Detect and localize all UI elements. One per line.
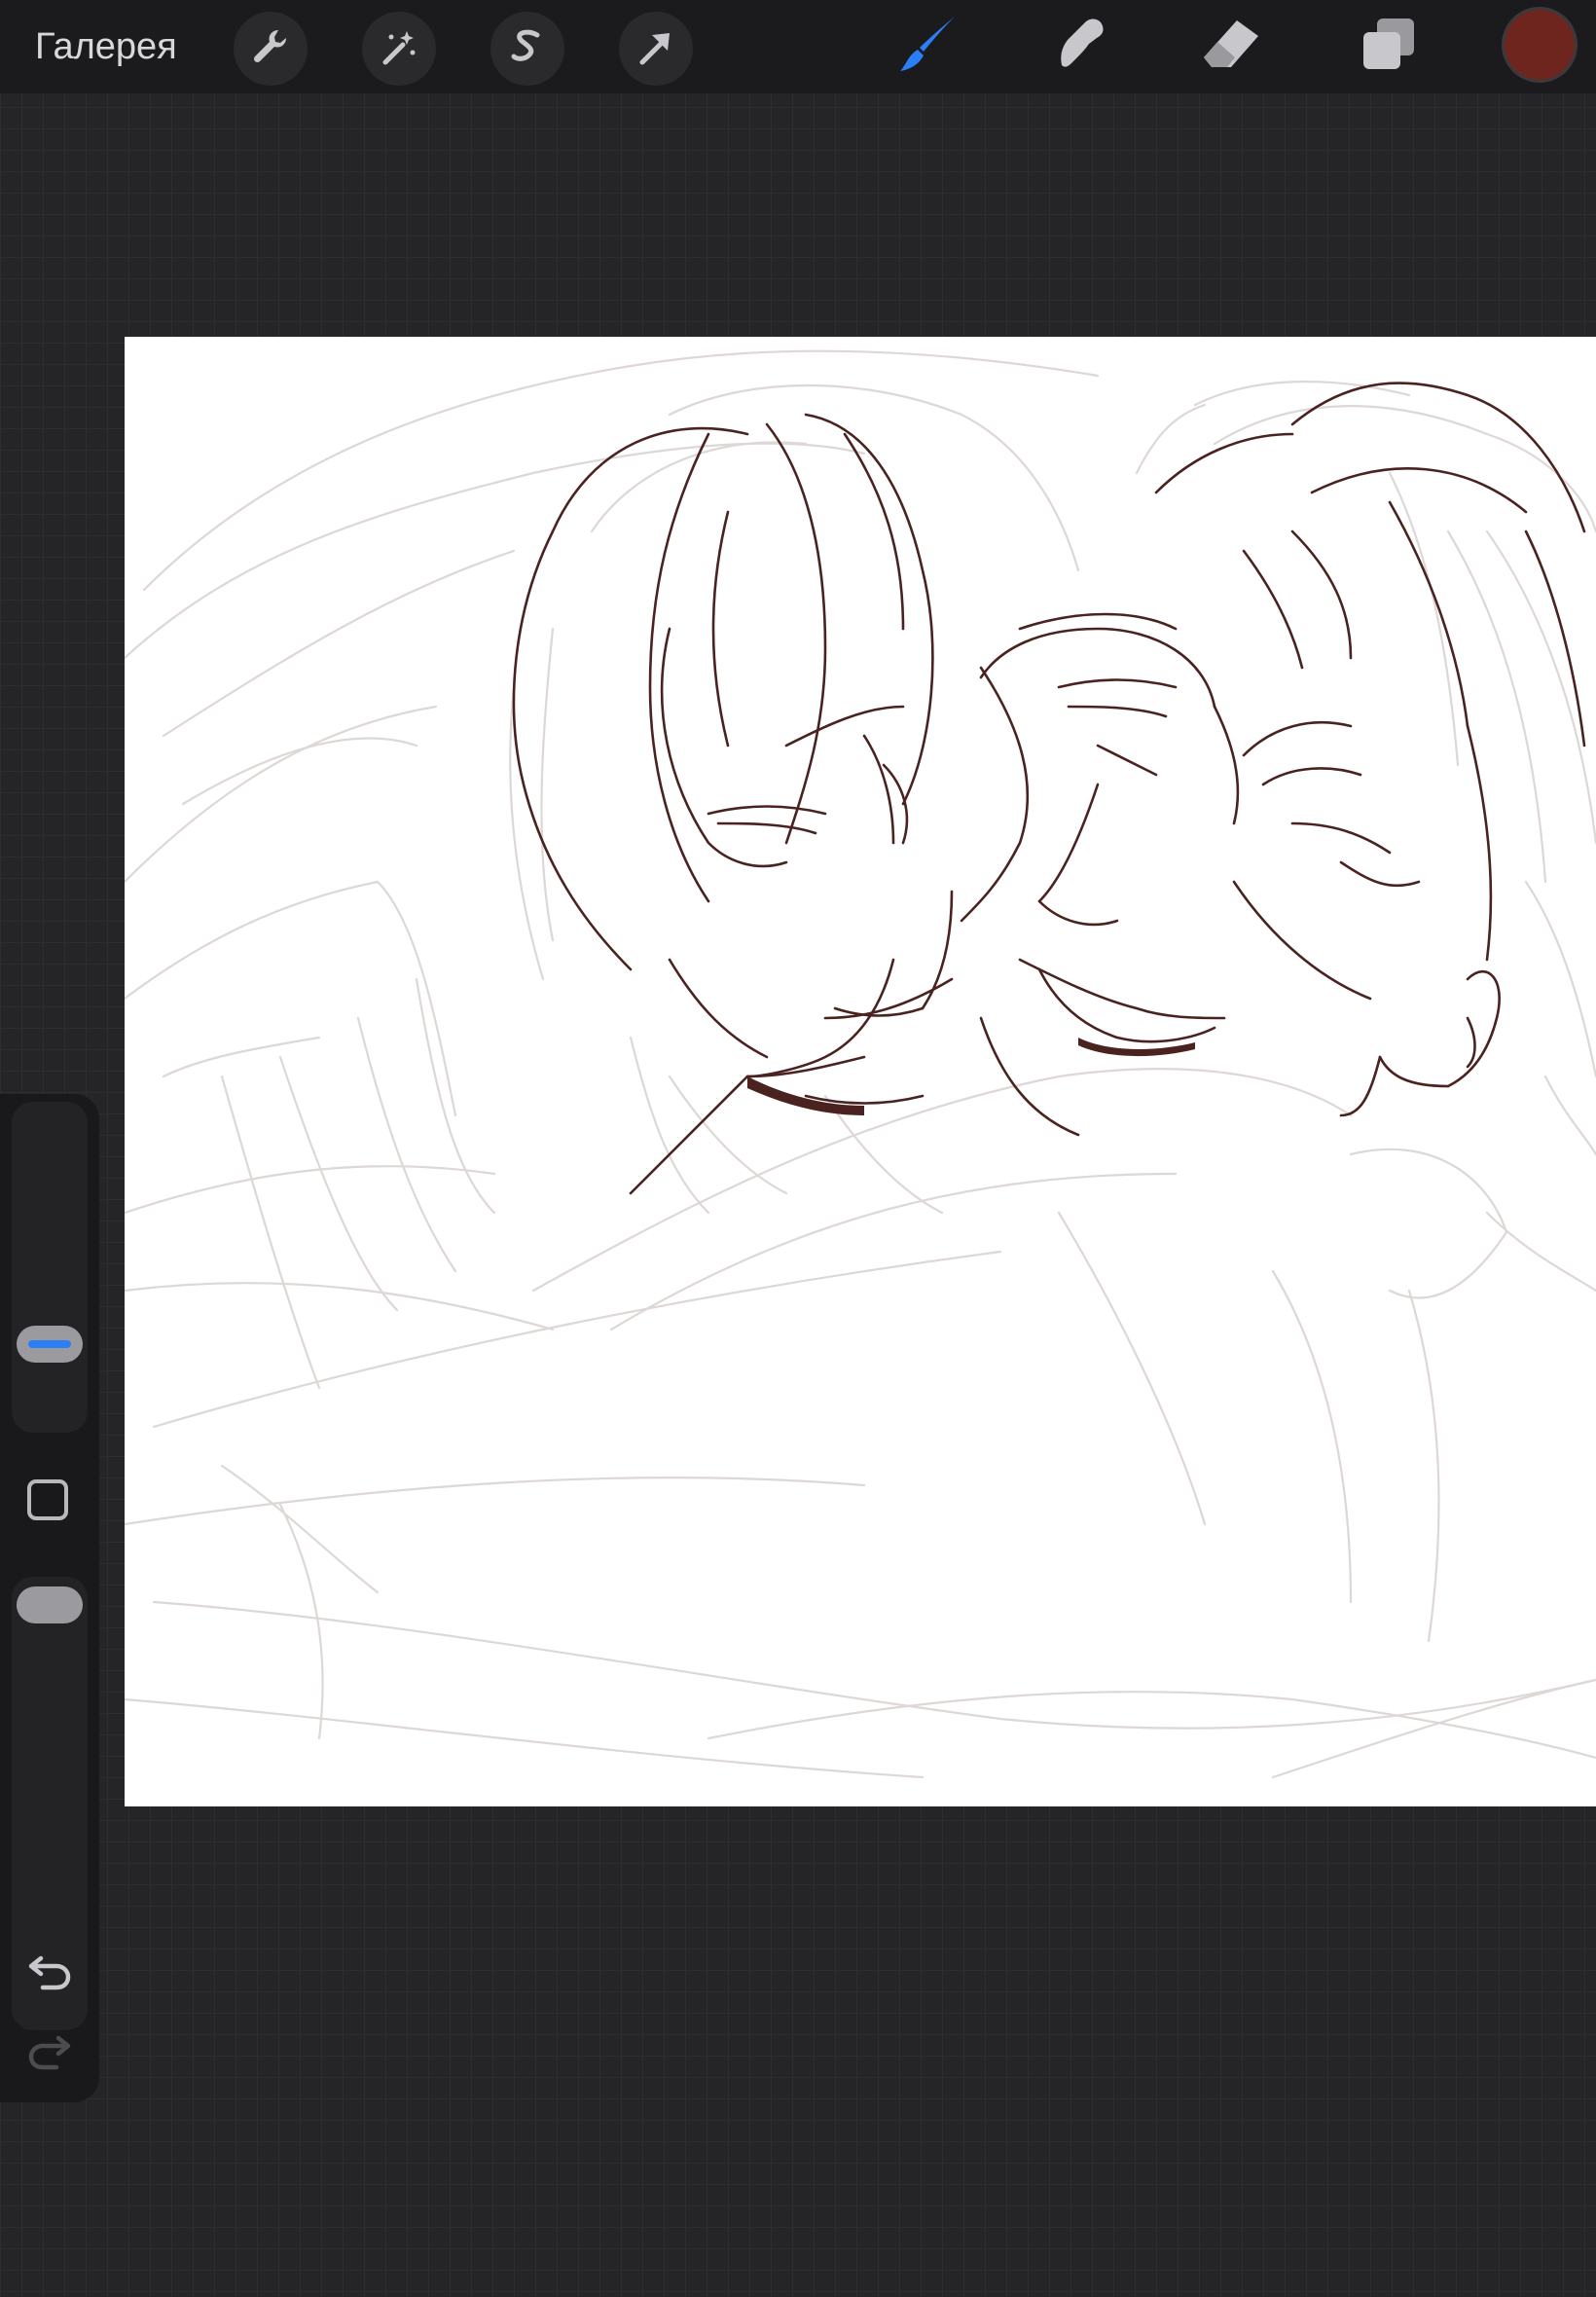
undo-button[interactable] bbox=[23, 1945, 76, 1997]
layers-icon bbox=[1354, 11, 1422, 84]
transform-button[interactable] bbox=[619, 12, 693, 86]
brush-size-thumb[interactable] bbox=[17, 1326, 83, 1363]
color-picker-button[interactable] bbox=[1505, 10, 1575, 80]
eraser-icon bbox=[1198, 11, 1266, 84]
brush-size-slider[interactable] bbox=[12, 1102, 88, 1433]
redo-button[interactable] bbox=[23, 2024, 76, 2077]
redo-icon bbox=[23, 2035, 76, 2081]
selection-s-icon bbox=[506, 25, 549, 73]
brush-icon bbox=[894, 11, 962, 84]
undo-icon bbox=[23, 1955, 76, 2001]
wrench-icon bbox=[249, 25, 292, 73]
selection-button[interactable] bbox=[490, 12, 564, 86]
magic-wand-icon bbox=[378, 25, 420, 73]
sketch-artwork bbox=[125, 349, 1596, 1779]
eraser-tool-button[interactable] bbox=[1195, 10, 1269, 84]
left-sidebar bbox=[0, 1094, 99, 2102]
smudge-tool-button[interactable] bbox=[1043, 10, 1117, 84]
transform-arrow-icon bbox=[635, 25, 677, 73]
gallery-button[interactable]: Галерея bbox=[35, 21, 177, 72]
smudge-icon bbox=[1046, 11, 1114, 84]
drawing-canvas[interactable] bbox=[125, 337, 1596, 1806]
adjustments-button[interactable] bbox=[362, 12, 436, 86]
procreate-app: Галерея bbox=[0, 0, 1596, 2297]
layers-button[interactable] bbox=[1351, 10, 1425, 84]
actions-button[interactable] bbox=[234, 12, 308, 86]
top-toolbar: Галерея bbox=[0, 0, 1596, 93]
brush-opacity-thumb[interactable] bbox=[17, 1586, 83, 1623]
brush-tool-button[interactable] bbox=[891, 10, 965, 84]
brush-size-indicator bbox=[28, 1340, 71, 1348]
modify-button[interactable] bbox=[27, 1479, 68, 1520]
